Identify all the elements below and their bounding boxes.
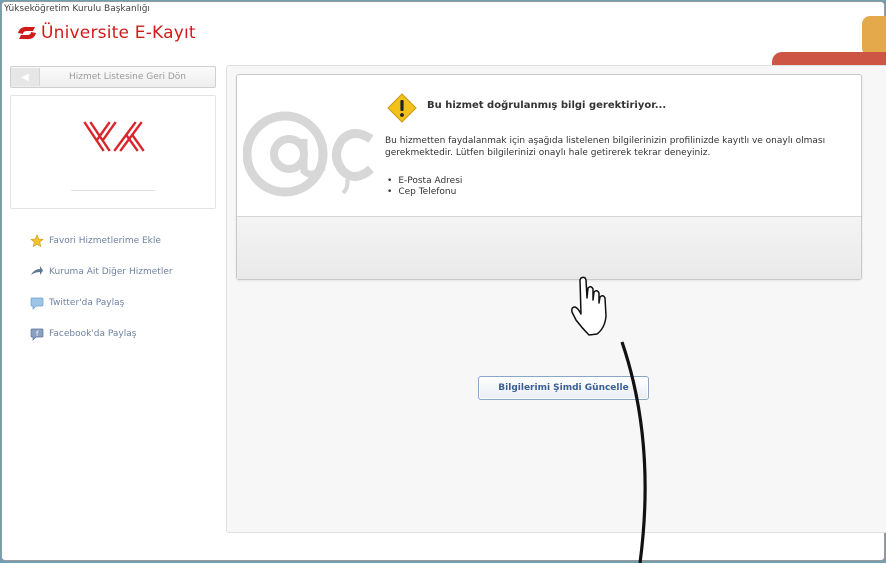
yok-logo-icon <box>83 121 145 152</box>
notice-title: Bu hizmet doğrulanmış bilgi gerektiriyor… <box>427 100 667 111</box>
sidebar-links: Favori Hizmetlerime Ekle Kuruma Ait Diğe… <box>30 233 173 357</box>
sidebar-item-other-services[interactable]: Kuruma Ait Diğer Hizmetler <box>30 264 173 280</box>
sidebar-link-label: Facebook'da Paylaş <box>49 329 137 339</box>
sidebar-link-label: Twitter'da Paylaş <box>49 298 125 308</box>
back-button-label: Hizmet Listesine Geri Dön <box>69 72 186 82</box>
sidebar-item-share-twitter[interactable]: Twitter'da Paylaş <box>30 295 173 311</box>
edevlet-logo-icon <box>18 26 36 40</box>
sidebar-link-label: Favori Hizmetlerime Ekle <box>49 236 161 246</box>
notice-message-area: Bu hizmet doğrulanmış bilgi gerektiriyor… <box>237 75 861 216</box>
sidebar-link-label: Kuruma Ait Diğer Hizmetler <box>49 267 173 277</box>
requirements-list: E-Posta Adresi Cep Telefonu <box>387 176 462 198</box>
org-name: Yükseköğretim Kurulu Başkanlığı <box>4 4 150 14</box>
hand-pointer-cursor-icon <box>571 276 647 563</box>
logo-underline <box>71 190 155 191</box>
at-sign-graphic-icon <box>243 111 374 197</box>
star-icon <box>30 234 44 248</box>
back-arrow-icon: ◀ <box>11 68 40 86</box>
warning-icon <box>387 93 417 123</box>
verification-notice: Bu hizmet doğrulanmış bilgi gerektiriyor… <box>236 74 862 400</box>
twitter-icon <box>30 296 44 310</box>
institution-logo-box <box>10 95 216 209</box>
notice-body-text: Bu hizmetten faydalanmak için aşağıda li… <box>385 136 826 158</box>
share-arrow-icon <box>30 265 44 279</box>
back-to-services-button[interactable]: ◀ Hizmet Listesine Geri Dön <box>10 66 216 88</box>
list-item: Cep Telefonu <box>387 187 462 198</box>
app-brand[interactable]: Üniversite E-Kayıt <box>16 22 196 44</box>
sidebar-item-add-favorite[interactable]: Favori Hizmetlerime Ekle <box>30 233 173 249</box>
list-item: E-Posta Adresi <box>387 176 462 187</box>
notice-action-bar: Bilgilerimi Şimdi Güncelle <box>237 217 861 400</box>
app-title: Üniversite E-Kayıt <box>41 23 196 43</box>
facebook-icon: f <box>30 327 44 341</box>
corner-decoration-orange <box>862 16 886 56</box>
sidebar-item-share-facebook[interactable]: f Facebook'da Paylaş <box>30 326 173 342</box>
